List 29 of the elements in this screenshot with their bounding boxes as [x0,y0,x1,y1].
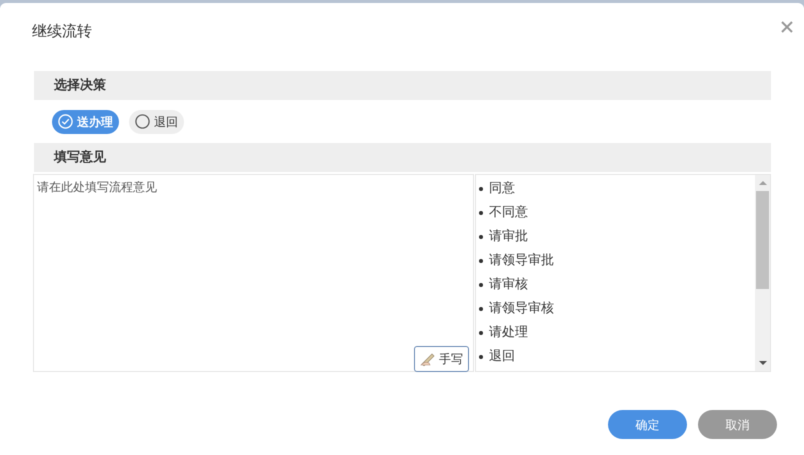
check-circle-icon [58,114,73,129]
phrase-item[interactable]: 请审批 [489,227,528,247]
bullet-icon [479,187,483,191]
section-title: 选择决策 [54,76,106,95]
opinion-field[interactable]: 请在此处填写流程意见 手写 [33,174,474,372]
scroll-down-icon[interactable] [758,360,766,366]
radio-circle-icon [135,114,150,129]
phrase-item[interactable]: 请领导审核 [489,299,554,319]
decision-option[interactable]: 退回 [129,110,184,134]
phrase-item[interactable]: 请处理 [489,323,528,343]
pen-hand-icon [420,352,436,366]
scrollbar[interactable] [755,175,770,371]
bullet-icon [479,307,483,311]
phrase-item[interactable]: 请领导审批 [489,251,554,271]
bullet-icon [479,355,483,359]
phrase-item[interactable]: 不同意 [489,203,528,223]
scroll-up-icon[interactable] [758,180,766,186]
bullet-icon [479,211,483,215]
window-title: 继续流转 [32,21,93,42]
handwrite-button[interactable]: 手写 [414,346,469,372]
bullet-icon [479,331,483,335]
phrase-item[interactable]: 退回 [489,347,515,367]
section-title: 填写意见 [54,148,106,167]
bullet-icon [479,235,483,239]
close-icon[interactable] [780,20,794,34]
phrase-item[interactable]: 请审核 [489,275,528,295]
bullet-icon [479,283,483,287]
phrase-item[interactable]: 同意 [489,179,515,199]
bullet-icon [479,259,483,263]
